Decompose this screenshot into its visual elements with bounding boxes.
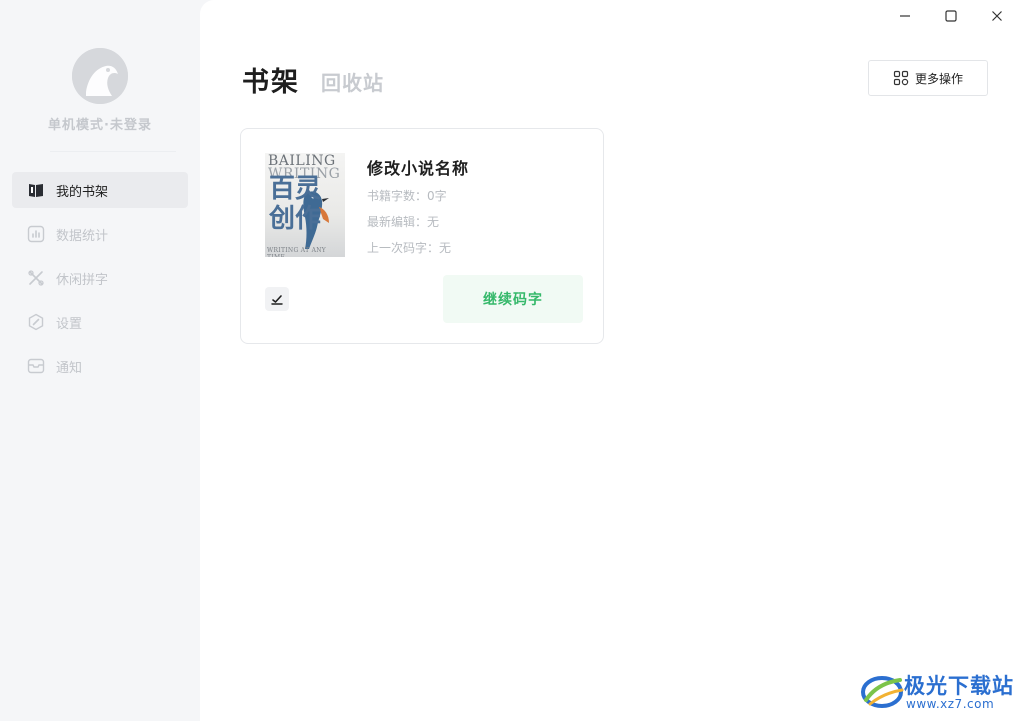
book-icon [26,180,46,200]
main-panel: 书架 回收站 更多操作 BAILING WRITING 百灵 创作 WRITIN… [200,0,1020,721]
watermark-name: 极光下载站 [904,674,1014,698]
sidebar-item-label: 设置 [56,316,83,332]
grid-icon [893,70,909,86]
sidebar-item-puzzle[interactable]: 休闲拼字 [12,260,188,296]
puzzle-icon [26,268,46,288]
aurora-logo-icon [861,676,904,708]
more-actions-button[interactable]: 更多操作 [868,60,988,96]
sidebar-item-statistics[interactable]: 数据统计 [12,216,188,252]
cover-footer: WRITING AT ANY TIME [267,247,327,257]
user-status-label: 单机模式·未登录 [48,118,152,133]
minimize-button[interactable] [893,6,917,26]
last-typing: 上一次码字：无 [367,241,452,255]
sidebar-item-label: 我的书架 [56,184,109,200]
sidebar-item-bookshelf[interactable]: 我的书架 [12,172,188,208]
inbox-icon [26,356,46,376]
last-edit: 最新编辑：无 [367,215,440,229]
edit-book-button[interactable] [265,287,289,311]
chart-icon [26,224,46,244]
sidebar-item-label: 数据统计 [56,228,109,244]
maximize-button[interactable] [939,6,963,26]
book-cover[interactable]: BAILING WRITING 百灵 创作 WRITING AT ANY TIM… [265,153,345,257]
book-title[interactable]: 修改小说名称 [367,155,469,179]
tab-bookshelf[interactable]: 书架 [242,60,300,99]
cover-subtitle-cn: 创作 [269,204,322,234]
more-actions-label: 更多操作 [914,71,963,86]
close-icon [992,11,1002,21]
sidebar-nav: 我的书架 数据统计 休闲拼字 设置 通知 [12,172,188,392]
maximize-icon [945,10,957,22]
user-avatar-icon [72,48,128,104]
edit-icon [271,295,283,305]
sidebar-divider [50,151,176,152]
sidebar-item-settings[interactable]: 设置 [12,304,188,340]
sidebar-item-label: 通知 [56,360,83,376]
continue-writing-button[interactable]: 继续码字 [443,275,583,323]
book-card[interactable]: BAILING WRITING 百灵 创作 WRITING AT ANY TIM… [240,128,604,344]
word-count: 书籍字数：0字 [367,189,447,203]
watermark: 极光下载站 www.xz7.com [860,668,1016,716]
cover-title-cn: 百灵 [269,174,322,204]
settings-icon [26,312,46,332]
tab-recycle-bin[interactable]: 回收站 [321,67,384,96]
watermark-url: www.xz7.com [906,697,995,711]
close-button[interactable] [985,6,1009,26]
minimize-icon [900,15,910,17]
sidebar: 单机模式·未登录 我的书架 数据统计 休闲拼字 设置 通知 [0,0,200,721]
sidebar-item-notifications[interactable]: 通知 [12,348,188,384]
sidebar-item-label: 休闲拼字 [56,272,109,288]
avatar[interactable] [72,48,128,104]
